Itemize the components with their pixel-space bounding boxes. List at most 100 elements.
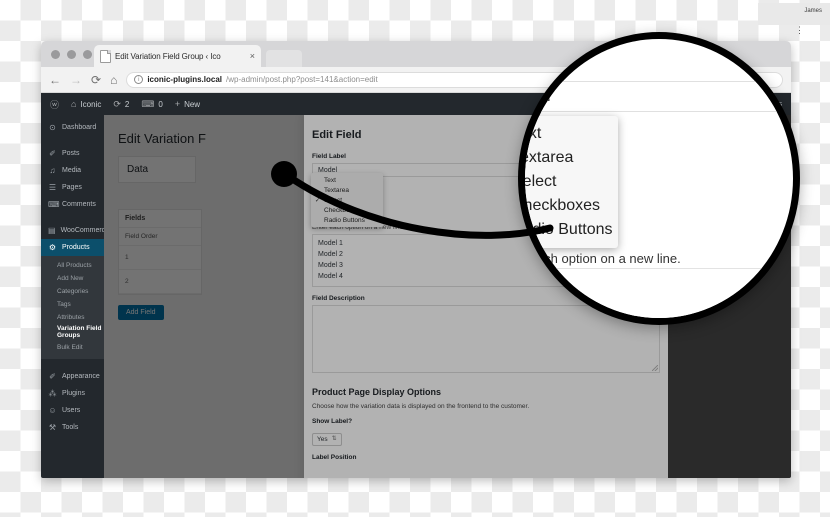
maximize-window-button[interactable]: [83, 50, 92, 59]
new-label: New: [184, 99, 201, 109]
sidebar-item-appearance[interactable]: ✐ Appearance: [41, 368, 104, 385]
site-name-menu[interactable]: ⌂ Iconic: [71, 99, 101, 109]
show-label-label: Show Label?: [312, 418, 353, 426]
minimize-window-button[interactable]: [67, 50, 76, 59]
sidebar-item-dashboard[interactable]: ⊙ Dashboard: [41, 119, 104, 136]
display-options-heading: Product Page Display Options: [312, 387, 442, 398]
page-icon: [100, 49, 111, 63]
sidebar-subitem-categories[interactable]: Categories: [41, 285, 104, 298]
sidebar-divider: [41, 136, 104, 145]
dropdown-option-select[interactable]: Select: [311, 195, 383, 205]
sidebar-item-products[interactable]: ⚙ Products: [41, 239, 104, 256]
dashboard-icon: ⊙: [49, 123, 56, 132]
magnified-modal-title: t Field: [518, 32, 568, 56]
wp-admin-sidebar: ⊙ Dashboard ✐ Posts ♫ Media ☰ Pages ⌨ Co…: [41, 115, 109, 478]
sidebar-subitem-add-new[interactable]: Add New: [41, 272, 104, 285]
new-content-menu[interactable]: + New: [175, 99, 200, 109]
comments-menu[interactable]: ⌨ 0: [141, 99, 162, 110]
magnified-field-label-label: Field Label: [525, 67, 560, 81]
sidebar-item-media[interactable]: ♫ Media: [41, 162, 104, 179]
sidebar-subitem-tags[interactable]: Tags: [41, 298, 104, 311]
site-name-label: Iconic: [80, 99, 102, 109]
magnified-options-hint: Enter each option on a new line.: [525, 251, 681, 266]
magnified-options-textarea[interactable]: Model 1 Model 2 Model 3 Model 4: [521, 268, 793, 318]
sidebar-divider: [41, 359, 104, 368]
admin-bar-user-area: James: [758, 3, 830, 25]
appearance-icon: ✐: [49, 371, 56, 381]
sidebar-item-pages[interactable]: ☰ Pages: [41, 179, 104, 196]
dropdown-option-radio-buttons[interactable]: Radio Buttons: [525, 218, 618, 242]
woocommerce-icon: ▤: [48, 226, 56, 235]
site-info-icon[interactable]: i: [134, 75, 144, 84]
magnifier-lens: t Field Field Label Model Text Textarea …: [518, 32, 800, 325]
sidebar-subitem-attributes[interactable]: Attributes: [41, 311, 104, 324]
display-options-description: Choose how the variation data is display…: [312, 403, 530, 411]
wp-logo-menu[interactable]: ⓦ: [50, 98, 59, 111]
close-icon[interactable]: ×: [250, 51, 255, 61]
dropdown-option-checkboxes[interactable]: Checkboxes: [311, 205, 383, 215]
dropdown-option-textarea[interactable]: Textarea: [311, 185, 383, 195]
sidebar-item-label: Dashboard: [62, 124, 97, 131]
updates-icon: ⟳: [113, 98, 121, 109]
sidebar-item-tools[interactable]: ⚒ Tools: [41, 419, 104, 436]
reload-icon[interactable]: ⟳: [91, 74, 101, 86]
comment-icon: ⌨: [141, 98, 155, 109]
browser-tab-active[interactable]: Edit Variation Field Group ‹ Ico ×: [94, 45, 261, 67]
close-window-button[interactable]: [51, 50, 60, 59]
dropdown-option-checkboxes[interactable]: Checkboxes: [525, 194, 618, 218]
sidebar-subitem-all-products[interactable]: All Products: [41, 259, 104, 272]
label-position-label: Label Position: [312, 454, 357, 462]
plus-icon: +: [174, 99, 181, 109]
comments-count: 0: [158, 99, 163, 109]
tools-icon: ⚒: [48, 422, 57, 432]
sidebar-subitem-bulk-edit[interactable]: Bulk Edit: [41, 341, 104, 354]
forward-icon[interactable]: →: [70, 74, 82, 86]
options-line: Model 1: [521, 277, 565, 294]
wordpress-icon: ⓦ: [50, 99, 60, 110]
dropdown-option-text[interactable]: Text: [311, 175, 383, 185]
new-tab-button[interactable]: [266, 50, 302, 67]
dropdown-option-radio-buttons[interactable]: Radio Buttons: [311, 215, 383, 225]
sidebar-item-posts[interactable]: ✐ Posts: [41, 145, 104, 162]
chevron-updown-icon: ⇅: [331, 436, 337, 443]
media-icon: ♫: [49, 166, 56, 175]
window-traffic-lights[interactable]: [51, 50, 92, 59]
dropdown-option-text[interactable]: Text: [525, 122, 618, 146]
sidebar-subitem-variation-field-groups[interactable]: Variation Field Groups: [41, 324, 104, 341]
home-icon: ⌂: [71, 99, 77, 109]
sidebar-item-label: WooCommerce: [60, 227, 110, 234]
url-domain: iconic-plugins.local: [147, 75, 222, 84]
products-icon: ⚙: [48, 243, 57, 252]
show-label-select[interactable]: Yes ⇅: [312, 433, 342, 447]
dropdown-option-select[interactable]: Select: [525, 170, 618, 194]
updates-count: 2: [124, 99, 130, 109]
user-name-label: James: [804, 8, 822, 14]
sidebar-item-users[interactable]: ☺ Users: [41, 402, 104, 419]
plugins-icon: ⁂: [48, 388, 57, 398]
sidebar-item-label: Pages: [62, 184, 82, 191]
magnified-content: t Field Field Label Model Text Textarea …: [518, 32, 793, 318]
dropdown-option-textarea[interactable]: Textarea: [525, 146, 618, 170]
magnified-field-label-input[interactable]: Model: [525, 81, 793, 112]
comment-icon: ⌨: [48, 200, 60, 209]
updates-menu[interactable]: ⟳ 2: [113, 99, 129, 110]
sidebar-item-comments[interactable]: ⌨ Comments: [41, 196, 104, 213]
sidebar-item-label: Plugins: [62, 389, 85, 397]
sidebar-item-woocommerce[interactable]: ▤ WooCommerce: [41, 222, 109, 239]
users-icon: ☺: [48, 405, 57, 415]
home-icon[interactable]: ⌂: [110, 74, 117, 86]
show-label-value: Yes: [317, 436, 328, 444]
sidebar-item-label: Media: [62, 167, 82, 174]
field-type-dropdown[interactable]: Text Textarea Select Checkboxes Radio Bu…: [311, 173, 383, 227]
pin-icon: ✐: [49, 149, 56, 158]
sidebar-item-label: Posts: [62, 150, 80, 157]
magnified-field-type-dropdown[interactable]: Text Textarea Select Checkboxes Radio Bu…: [525, 116, 618, 248]
back-icon[interactable]: ←: [49, 74, 61, 86]
sidebar-item-plugins[interactable]: ⁂ Plugins: [41, 385, 104, 402]
browser-menu-icon[interactable]: ⋮: [795, 26, 804, 35]
sidebar-item-label: Tools: [62, 423, 79, 431]
sidebar-item-label: Products: [62, 244, 90, 251]
browser-tab-title: Edit Variation Field Group ‹ Ico: [115, 51, 221, 61]
sidebar-submenu-products: All Products Add New Categories Tags Att…: [41, 256, 104, 359]
sidebar-item-label: Appearance: [62, 372, 100, 380]
